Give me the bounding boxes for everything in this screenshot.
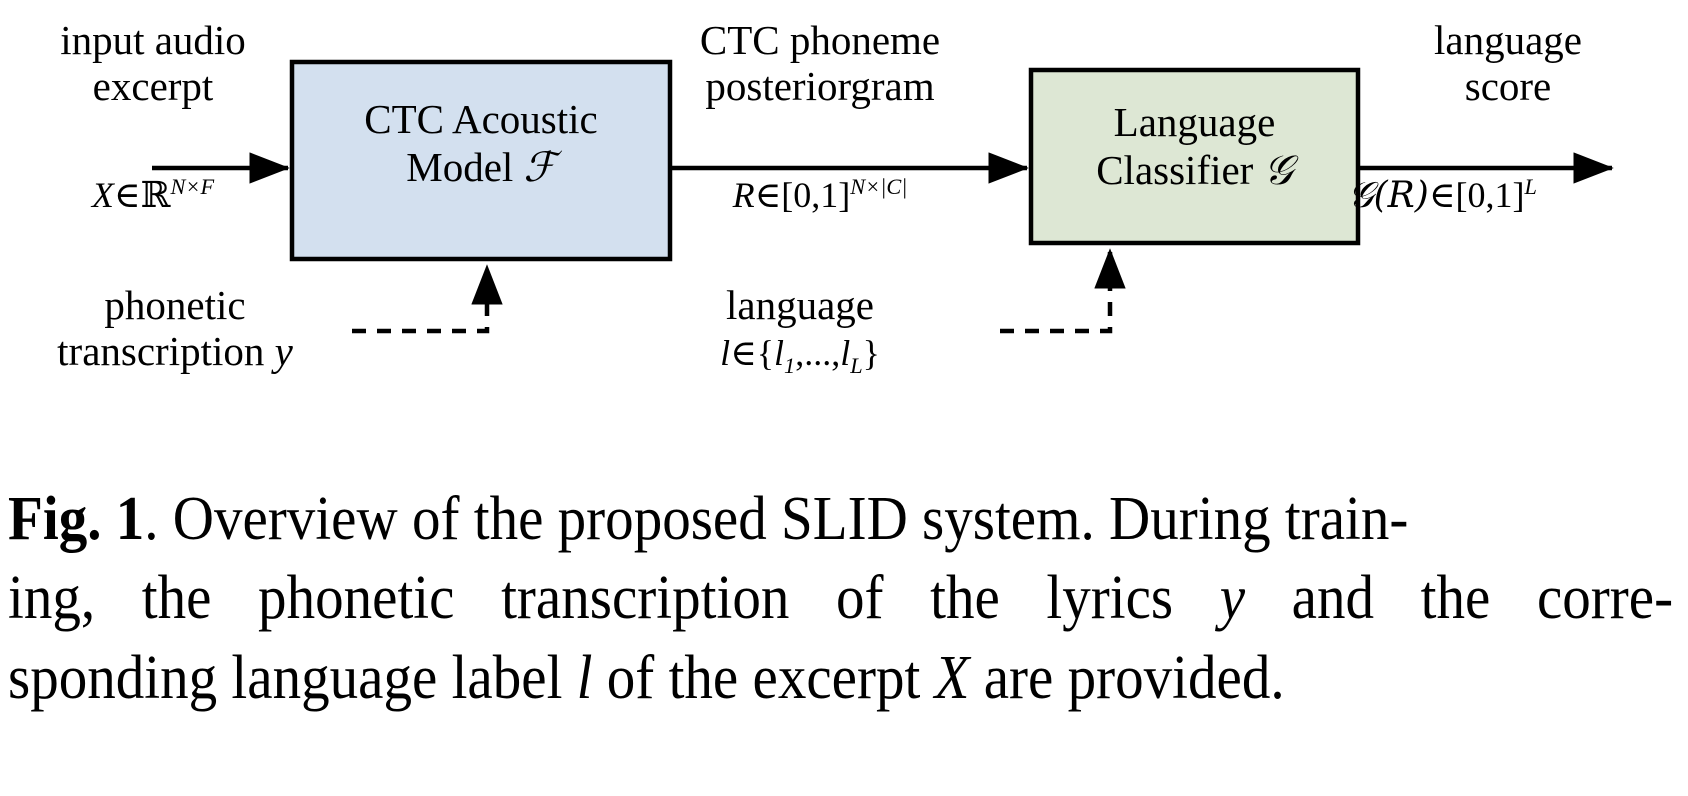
language-score-line2: score <box>1464 62 1552 109</box>
caption-figure-label-suffix: . <box>144 485 159 553</box>
acoustic-model-line1: CTC Acoustic <box>364 96 598 142</box>
caption-line-3-var1: l <box>576 643 593 712</box>
lang-dots: ,..., <box>795 333 841 373</box>
output-math-set: [0,1] <box>1455 175 1525 215</box>
figure-block-diagram: input audio excerpt X∈ℝN×F CTC Acoustic … <box>0 0 1688 470</box>
language-classifier-line2: Classifier 𝒢 <box>1031 146 1358 194</box>
lang-rel: ∈ <box>730 333 757 373</box>
caption-w9: the <box>1420 564 1491 633</box>
input-audio-math: X∈ℝN×F <box>28 175 278 216</box>
caption-line-3-a: sponding language label <box>8 643 577 712</box>
language-classifier-line2-prefix: Classifier <box>1096 147 1264 194</box>
input-audio-line1: input audio <box>60 17 246 63</box>
caption-w7: lyrics <box>1046 564 1174 633</box>
lang-var: l <box>720 333 731 373</box>
phonetic-supervision-arrow <box>352 264 503 334</box>
caption-w8: and <box>1291 564 1375 633</box>
acoustic-model-line2: Model ℱ <box>292 143 670 191</box>
acoustic-model-label: CTC Acoustic Model ℱ <box>292 95 670 192</box>
caption-w4: transcription <box>501 564 790 633</box>
language-classifier-label: Language Classifier 𝒢 <box>1031 98 1358 195</box>
posteriorgram-label: CTC phoneme posteriorgram <box>650 17 990 110</box>
language-classifier-symbol: 𝒢 <box>1263 146 1293 195</box>
posteriorgram-line1: CTC phoneme <box>699 17 941 63</box>
input-audio-label: input audio excerpt <box>28 17 278 110</box>
caption-w5: of <box>835 564 884 633</box>
input-math-exp: N×F <box>170 174 215 199</box>
lang-sub1: 1 <box>784 353 796 379</box>
caption-line-1-text: Overview of the proposed SLID system. Du… <box>172 485 1409 553</box>
caption-line-3-c: are provided. <box>969 643 1285 712</box>
language-supervision-math: l∈{l1,...,lL} <box>655 333 945 377</box>
caption-line-3: sponding language label l of the excerpt… <box>8 639 1546 718</box>
language-label-supervision: language <box>655 282 945 329</box>
input-math-var: X <box>91 175 114 215</box>
caption-w10: corre- <box>1536 564 1674 633</box>
posteriorgram-math-set: [0,1] <box>781 175 851 215</box>
lang-item1: l <box>774 333 785 373</box>
language-score-label: language score <box>1348 17 1668 110</box>
phonetic-transcription-line2-prefix: transcription <box>57 327 275 374</box>
figure-caption: Fig. 1. Overview of the proposed SLID sy… <box>8 480 1673 718</box>
lang-set-close: } <box>862 333 880 373</box>
acoustic-model-line2-prefix: Model <box>406 144 524 191</box>
input-audio-line2: excerpt <box>92 62 214 109</box>
language-supervision-line1: language <box>726 282 874 328</box>
caption-w6: the <box>930 564 1000 633</box>
language-score-math: 𝒢(R)∈[0,1]L <box>1348 175 1688 216</box>
posteriorgram-math: R∈[0,1]N×|C| <box>650 175 990 215</box>
lang-set-open: { <box>756 333 775 373</box>
caption-w2: the <box>141 564 212 633</box>
language-score-line1: language <box>1434 17 1582 63</box>
language-classifier-line1: Language <box>1113 99 1276 145</box>
posteriorgram-line2: posteriorgram <box>705 62 935 109</box>
output-math-fn: 𝒢(R) <box>1348 175 1429 216</box>
posteriorgram-math-exp: N×|C| <box>850 174 908 199</box>
posteriorgram-math-rel: ∈ <box>754 175 782 215</box>
caption-line-2: ing, the phonetic transcription of the l… <box>8 559 1673 638</box>
caption-w3: phonetic <box>258 564 455 633</box>
caption-figure-label: Fig. 1 <box>8 485 145 553</box>
caption-line-3-b: of the excerpt <box>592 643 935 712</box>
caption-line-3-var2: X <box>934 643 970 712</box>
output-math-exp: L <box>1524 174 1537 199</box>
phonetic-transcription-line1: phonetic <box>104 282 246 328</box>
caption-w1: ing, <box>8 564 96 633</box>
output-math-rel: ∈ <box>1428 175 1456 215</box>
input-math-set: ℝ <box>140 175 171 216</box>
phonetic-transcription-symbol: y <box>274 327 293 374</box>
lang-item2: l <box>840 333 851 373</box>
phonetic-transcription-label: phonetic transcription y <box>0 282 350 375</box>
caption-line-2-var: y <box>1219 564 1246 633</box>
acoustic-model-symbol: ℱ <box>523 143 556 192</box>
phonetic-transcription-line2: transcription y <box>0 327 350 375</box>
posteriorgram-math-var: R <box>732 175 755 215</box>
input-math-rel: ∈ <box>113 175 141 215</box>
lang-sub2: L <box>850 353 863 379</box>
caption-line-1: Fig. 1. Overview of the proposed SLID sy… <box>8 480 1546 559</box>
language-supervision-arrow <box>1000 248 1126 334</box>
